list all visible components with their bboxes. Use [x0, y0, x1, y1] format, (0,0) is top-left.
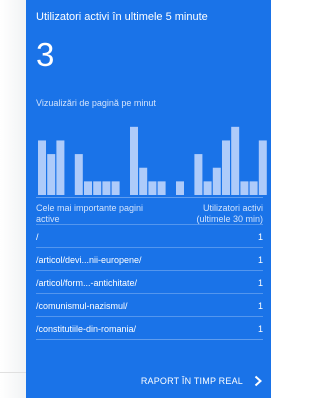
chart-separator — [36, 197, 263, 198]
table-row[interactable]: / 1 — [36, 224, 263, 248]
page-users: 1 — [257, 300, 263, 311]
page-users: 1 — [257, 323, 263, 334]
table-bottom-divider — [36, 339, 263, 340]
realtime-report-label: RAPORT ÎN TIMP REAL — [140, 376, 243, 386]
pageviews-bar — [38, 140, 46, 195]
pageviews-bar — [249, 181, 258, 195]
divider — [0, 372, 26, 373]
pageviews-bar — [84, 181, 92, 195]
chevron-right-icon — [254, 375, 262, 387]
table-row[interactable]: /articol/form...-antichitate/ 1 — [36, 270, 263, 294]
table-row[interactable]: /articol/devi...nii-europene/ 1 — [36, 247, 263, 271]
page-users: 1 — [257, 254, 263, 265]
pageviews-bar — [93, 181, 102, 195]
pageviews-bar — [102, 181, 111, 195]
pageviews-bar — [240, 181, 249, 195]
page-users: 1 — [257, 277, 263, 288]
top-pages-header: Cele mai importante pagini active — [36, 203, 144, 224]
pageviews-bar — [231, 126, 240, 195]
pageviews-bar — [203, 181, 212, 195]
active-users-header: Utilizatori activi (ultimele 30 min) — [196, 203, 263, 224]
active-users-count: 3 — [36, 36, 55, 73]
pageviews-bar — [111, 181, 120, 195]
active-users-title: Utilizatori activi în ultimele 5 minute — [36, 11, 208, 23]
pageviews-per-minute-title: Vizualizări de pagină pe minut — [36, 98, 156, 108]
table-row[interactable]: /constitutiile-din-romania/ 1 — [36, 316, 263, 340]
page-path: /constitutiile-din-romania/ — [36, 323, 137, 334]
realtime-card: Utilizatori activi în ultimele 5 minute … — [26, 0, 271, 398]
page-path: /articol/devi...nii-europene/ — [36, 254, 142, 265]
pageviews-chart — [38, 120, 268, 195]
page-background-strip — [0, 0, 26, 398]
table-row[interactable]: /comunismul-nazismul/ 1 — [36, 293, 263, 317]
pageviews-bar — [139, 167, 148, 195]
pageviews-bar — [74, 154, 83, 195]
pageviews-bar-chart — [38, 126, 267, 195]
page-path: / — [36, 231, 39, 242]
page-path: /articol/form...-antichitate/ — [36, 277, 138, 288]
pageviews-bar — [148, 181, 157, 195]
pageviews-bar — [157, 181, 166, 195]
pageviews-bar — [47, 154, 56, 195]
pageviews-bar — [222, 140, 230, 195]
pageviews-bar — [130, 126, 138, 195]
page-users: 1 — [257, 231, 263, 242]
page-path: /comunismul-nazismul/ — [36, 300, 128, 311]
pageviews-bar — [56, 140, 65, 195]
pageviews-bar — [194, 154, 203, 195]
pageviews-bar — [176, 181, 184, 195]
pageviews-bar — [258, 140, 267, 195]
pageviews-bar — [212, 167, 221, 195]
realtime-report-link[interactable]: RAPORT ÎN TIMP REAL — [141, 370, 263, 392]
